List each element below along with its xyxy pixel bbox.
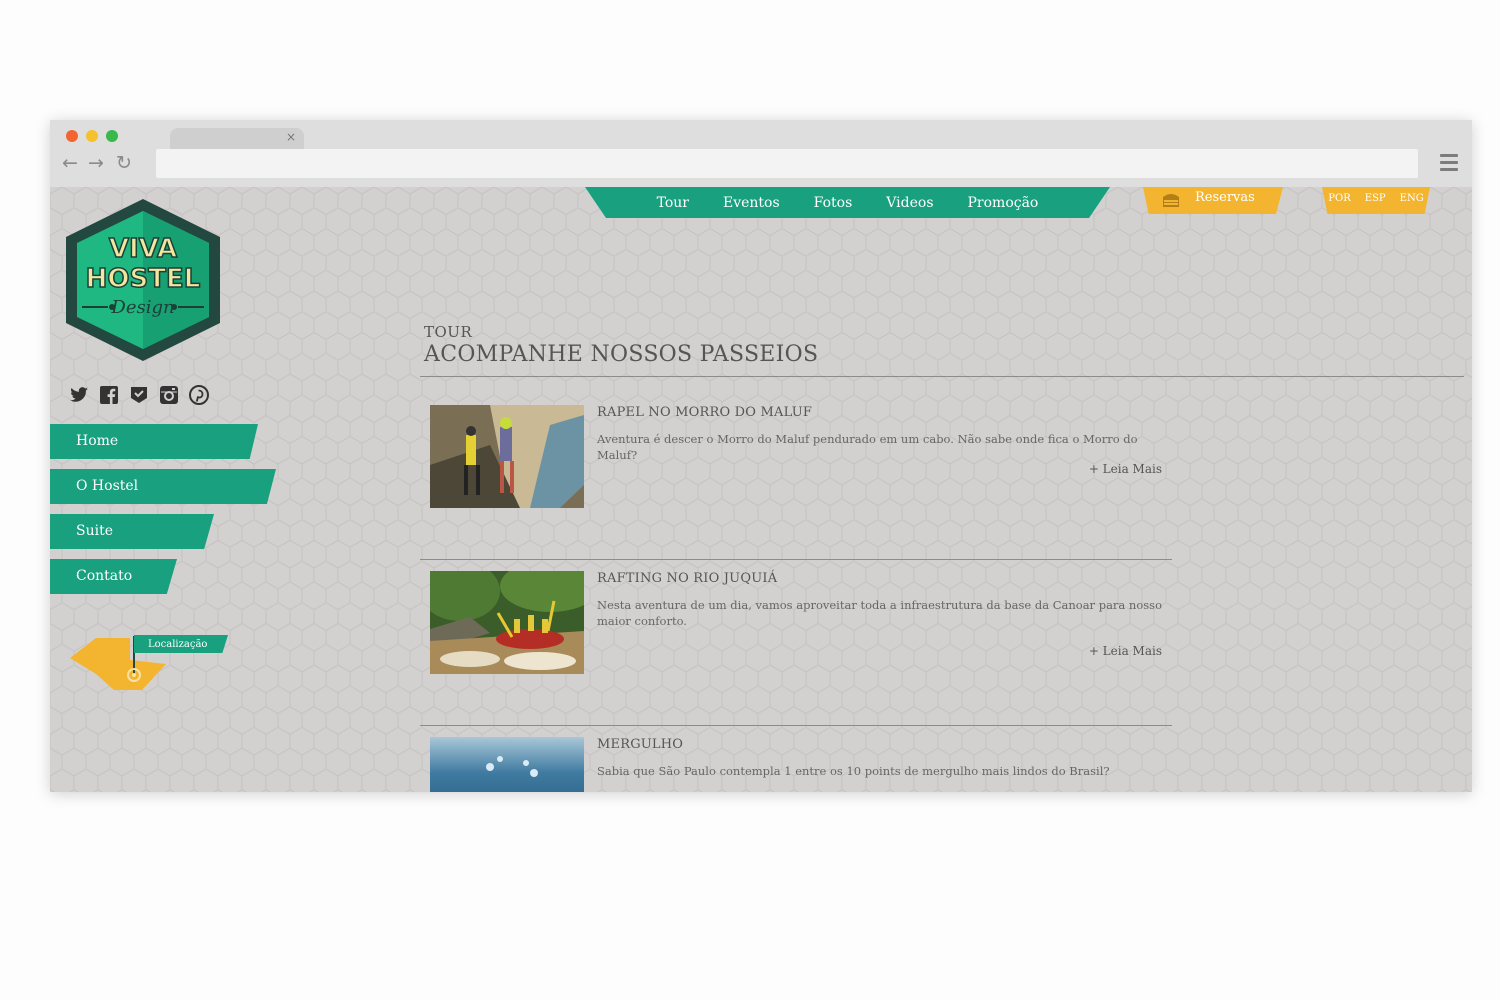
tour-description: Sabia que São Paulo contempla 1 entre os…: [597, 764, 1110, 778]
sidebar-item-home[interactable]: Home: [50, 424, 258, 459]
pinterest-icon[interactable]: [188, 384, 210, 406]
nav-fotos[interactable]: Fotos: [814, 195, 853, 211]
tour-divider: [420, 559, 1172, 560]
tour-thumbnail-rapel[interactable]: [430, 405, 584, 508]
logo-line2: HOSTEL: [86, 264, 201, 294]
tour-divider: [420, 725, 1172, 726]
tour-thumbnail-rafting[interactable]: [430, 571, 584, 674]
reservas-label: Reservas: [1195, 190, 1255, 205]
nav-eventos[interactable]: Eventos: [723, 195, 780, 211]
read-more-link[interactable]: + Leia Mais: [1089, 644, 1162, 658]
section-title: ACOMPANHE NOSSOS PASSEIOS: [424, 342, 819, 367]
sidebar-item-suite[interactable]: Suite: [50, 514, 214, 549]
bed-icon: [1163, 194, 1179, 207]
tour-card: MERGULHO Sabia que São Paulo contempla 1…: [420, 737, 1172, 792]
maximize-window-button[interactable]: [106, 130, 118, 142]
browser-window: × ← → ↻ Tour Eventos Fotos Videos Promoç…: [50, 120, 1472, 792]
foursquare-icon[interactable]: [128, 384, 150, 406]
language-selector: POR ESP ENG: [1322, 187, 1430, 214]
browser-chrome: × ← → ↻: [50, 120, 1472, 187]
tour-card: RAPEL NO MORRO DO MALUF Aventura é desce…: [420, 405, 1172, 560]
sidebar-item-contato[interactable]: Contato: [50, 559, 177, 594]
viva-hostel-logo[interactable]: VIVA HOSTEL Design: [60, 197, 226, 363]
lang-eng[interactable]: ENG: [1400, 193, 1424, 208]
lang-por[interactable]: POR: [1328, 193, 1350, 208]
nav-promocao[interactable]: Promoção: [968, 195, 1039, 211]
hamburger-menu-icon[interactable]: [1440, 154, 1458, 175]
reload-icon[interactable]: ↻: [116, 152, 132, 174]
facebook-icon[interactable]: [98, 384, 120, 406]
section-kicker: TOUR: [424, 323, 473, 341]
tab-close-icon[interactable]: ×: [286, 130, 296, 144]
minimize-window-button[interactable]: [86, 130, 98, 142]
browser-tab[interactable]: ×: [170, 128, 304, 150]
logo-line3: Design: [110, 297, 174, 318]
back-arrow-icon[interactable]: ←: [62, 152, 78, 174]
tour-card: RAFTING NO RIO JUQUIÁ Nesta aventura de …: [420, 571, 1172, 726]
sidebar-item-o-hostel[interactable]: O Hostel: [50, 469, 276, 504]
tour-title[interactable]: RAPEL NO MORRO DO MALUF: [597, 405, 812, 420]
nav-tour[interactable]: Tour: [657, 195, 689, 211]
tour-description: Nesta aventura de um dia, vamos aproveit…: [597, 598, 1162, 628]
tour-thumbnail-mergulho[interactable]: [430, 737, 584, 792]
tour-description: Aventura é descer o Morro do Maluf pendu…: [597, 432, 1138, 462]
close-window-button[interactable]: [66, 130, 78, 142]
lang-esp[interactable]: ESP: [1365, 193, 1386, 208]
read-more-link[interactable]: + Leia Mais: [1089, 462, 1162, 476]
top-navigation: Tour Eventos Fotos Videos Promoção: [585, 187, 1110, 218]
tour-title[interactable]: MERGULHO: [597, 737, 683, 752]
logo-line1: VIVA: [109, 234, 177, 264]
tour-title[interactable]: RAFTING NO RIO JUQUIÁ: [597, 571, 777, 586]
social-links: [68, 384, 210, 406]
nav-videos[interactable]: Videos: [886, 195, 933, 211]
web-page: Tour Eventos Fotos Videos Promoção Reser…: [50, 187, 1472, 792]
reservas-button[interactable]: Reservas: [1143, 187, 1283, 214]
twitter-icon[interactable]: [68, 384, 90, 406]
location-label[interactable]: Localização: [134, 635, 228, 653]
forward-arrow-icon[interactable]: →: [88, 152, 104, 174]
address-bar[interactable]: [156, 149, 1418, 178]
instagram-icon[interactable]: [158, 384, 180, 406]
section-divider: [420, 376, 1464, 377]
